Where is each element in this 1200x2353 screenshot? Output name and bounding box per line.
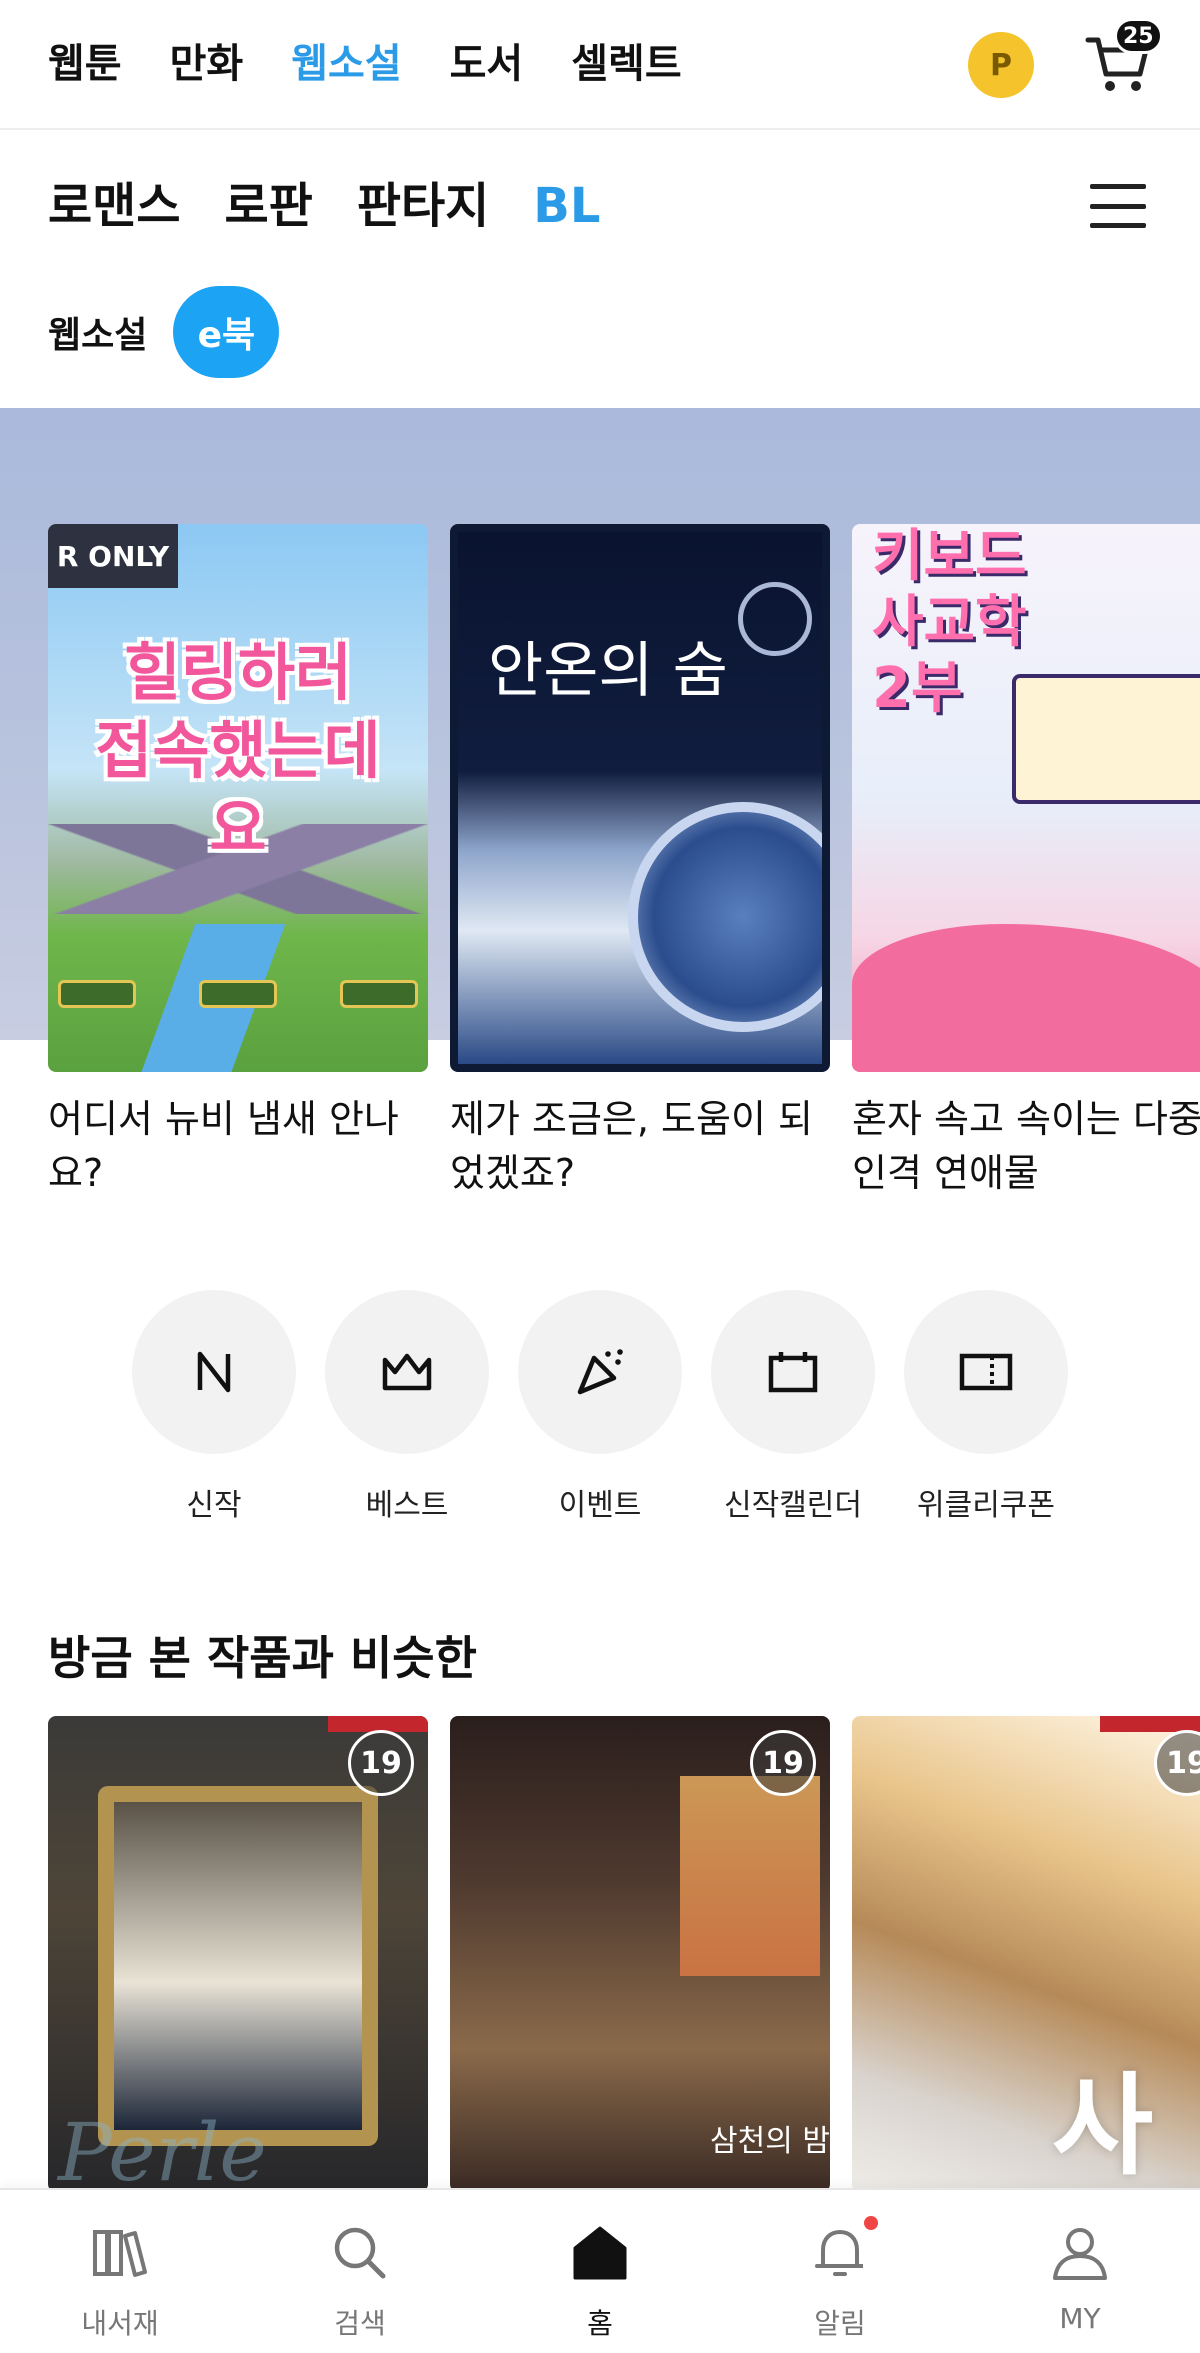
genre-tab-rofan[interactable]: 로판 <box>224 176 312 236</box>
point-badge[interactable]: P <box>968 32 1034 98</box>
recommend-card[interactable]: 삼천의 밤 19 <box>450 1716 830 2192</box>
bottom-nav-label: MY <box>1059 2302 1101 2335</box>
top-nav: 웹툰 만화 웹소설 도서 셀렉트 P 25 <box>0 0 1200 130</box>
recommend-card[interactable]: 사 19 <box>852 1716 1200 2192</box>
tab-webnovel[interactable]: 웹소설 <box>291 36 401 92</box>
age-19-badge: 19 <box>348 1730 414 1796</box>
shortcut-calendar[interactable]: 신작캘린더 <box>711 1290 875 1524</box>
hero-card-title[interactable]: 혼자 속고 속이는 다중인격 연애물 <box>852 1092 1200 1200</box>
shortcut-label: 위클리쿠폰 <box>917 1488 1055 1523</box>
recommend-card[interactable]: Perle 19 <box>48 1716 428 2192</box>
format-filter: 웹소설 e북 <box>48 286 280 378</box>
party-popper-icon <box>577 1349 623 1395</box>
hamburger-menu-icon[interactable] <box>1090 184 1146 228</box>
bottom-nav-my[interactable]: MY <box>960 2190 1200 2353</box>
cover-title-art: Perle <box>58 2106 267 2192</box>
shortcut-weekly-coupon[interactable]: 위클리쿠폰 <box>904 1290 1068 1524</box>
library-icon <box>93 2230 147 2277</box>
genre-tab-bl[interactable]: BL <box>533 176 600 236</box>
shortcut-label: 신작캘린더 <box>724 1488 862 1523</box>
search-icon <box>334 2227 386 2279</box>
filter-ebook[interactable]: e북 <box>173 286 280 378</box>
notification-dot <box>864 2216 878 2230</box>
age-19-badge: 19 <box>750 1730 816 1796</box>
bottom-nav-label: 홈 <box>587 2307 613 2340</box>
cover-title-art: 힐링하러 접속했는데요 <box>95 636 381 865</box>
bell-icon <box>815 2230 863 2276</box>
home-icon <box>573 2226 627 2280</box>
bottom-nav-label: 검색 <box>334 2307 386 2340</box>
genre-tab-fantasy[interactable]: 판타지 <box>357 176 489 236</box>
section-title: 방금 본 작품과 비슷한 <box>48 1631 477 1685</box>
hero-card[interactable]: 힐링하러 접속했는데요 R ONLY 어디서 뉴비 냄새 안나요? <box>48 524 428 1200</box>
shortcut-new[interactable]: 신작 <box>132 1290 296 1524</box>
tab-books[interactable]: 도서 <box>450 36 524 92</box>
cart-count-badge: 25 <box>1114 18 1163 54</box>
hero-card[interactable]: 키보드 사교학 2부 혼자 속고 속이는 다중인격 연애물 <box>852 524 1200 1200</box>
tab-select[interactable]: 셀렉트 <box>571 36 681 92</box>
bottom-nav-notifications[interactable]: 알림 <box>720 2190 960 2353</box>
cover-title-art: 삼천의 밤 <box>710 2124 830 2159</box>
coupon-icon <box>959 1353 1013 1391</box>
cover-title-art: 사 <box>1052 2062 1154 2190</box>
book-cover[interactable]: 안온의 숨 <box>450 524 830 1072</box>
shortcut-label: 이벤트 <box>558 1488 642 1523</box>
shortcut-event[interactable]: 이벤트 <box>518 1290 682 1524</box>
new-n-icon <box>197 1351 231 1393</box>
crown-icon <box>382 1353 432 1391</box>
bottom-nav-label: 내서재 <box>81 2307 159 2340</box>
filter-webnovel[interactable]: 웹소설 <box>48 306 147 358</box>
tab-webtoon[interactable]: 웹툰 <box>48 36 122 92</box>
cover-title-art: 안온의 숨 <box>488 636 728 706</box>
genre-tab-romance[interactable]: 로맨스 <box>48 176 180 236</box>
hero-card[interactable]: 안온의 숨 제가 조금은, 도움이 되었겠죠? <box>450 524 830 1200</box>
hero-card-title[interactable]: 어디서 뉴비 냄새 안나요? <box>48 1092 428 1200</box>
bottom-nav-search[interactable]: 검색 <box>240 2190 480 2353</box>
bottom-nav: 내서재 검색 홈 알림 MY <box>0 2188 1200 2353</box>
shortcut-best[interactable]: 베스트 <box>325 1290 489 1524</box>
cover-title-art: 키보드 사교학 2부 <box>872 524 1027 721</box>
calendar-icon <box>768 1352 818 1393</box>
book-cover[interactable]: 키보드 사교학 2부 <box>852 524 1200 1072</box>
bottom-nav-library[interactable]: 내서재 <box>0 2190 240 2353</box>
tab-comics[interactable]: 만화 <box>170 36 244 92</box>
top-tabs: 웹툰 만화 웹소설 도서 셀렉트 <box>48 36 682 92</box>
shortcut-label: 신작 <box>186 1488 242 1523</box>
age-19-badge: 19 <box>1154 1730 1200 1796</box>
bottom-nav-home[interactable]: 홈 <box>480 2190 720 2353</box>
user-icon <box>1053 2228 1107 2280</box>
hero-card-title[interactable]: 제가 조금은, 도움이 되었겠죠? <box>450 1092 830 1200</box>
book-cover[interactable]: 힐링하러 접속했는데요 R ONLY <box>48 524 428 1072</box>
shortcut-label: 베스트 <box>365 1488 449 1523</box>
bottom-nav-label: 알림 <box>814 2307 866 2340</box>
r-only-badge: R ONLY <box>48 524 178 588</box>
genre-nav: 로맨스 로판 판타지 BL <box>48 176 600 236</box>
